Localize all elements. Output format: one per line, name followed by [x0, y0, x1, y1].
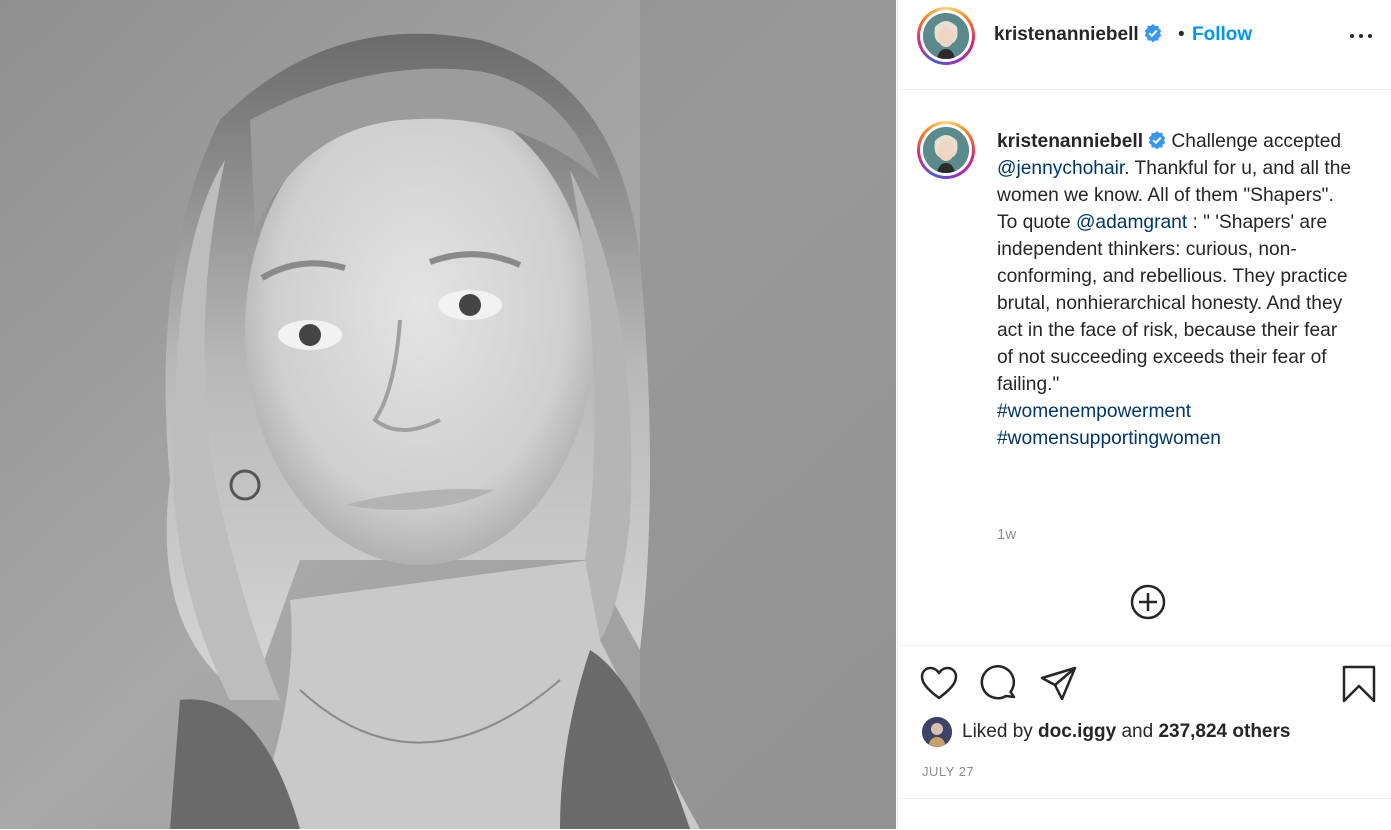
likes-text: Liked by doc.iggy and 237,824 others	[962, 721, 1290, 743]
author-username[interactable]: kristenanniebell	[994, 24, 1162, 46]
post-actions: Liked by doc.iggy and 237,824 others JUL…	[898, 645, 1391, 830]
selfie-image	[0, 0, 896, 829]
comment-icon[interactable]	[979, 664, 1019, 704]
liker-avatar[interactable]	[922, 717, 952, 747]
bookmark-icon[interactable]	[1339, 664, 1379, 704]
likes-middle: and	[1116, 721, 1159, 742]
likes-prefix: Liked by	[962, 721, 1039, 742]
avatar-image	[923, 13, 969, 59]
heart-icon[interactable]	[919, 664, 959, 704]
post-date[interactable]: JULY 27	[922, 764, 974, 779]
hashtag-womenempowerment[interactable]: #womenempowerment	[997, 401, 1191, 422]
mention-jennychohair[interactable]: @jennychohair	[997, 158, 1124, 179]
more-options-icon[interactable]	[1350, 32, 1374, 40]
post-photo[interactable]	[0, 0, 896, 829]
author-username-text[interactable]: kristenanniebell	[994, 24, 1139, 45]
likes-count[interactable]: 237,824 others	[1158, 721, 1290, 742]
divider	[898, 798, 1391, 799]
hashtag-womensupportingwomen[interactable]: #womensupportingwomen	[997, 428, 1221, 449]
caption-author-avatar[interactable]	[917, 121, 975, 179]
avatar-image	[923, 127, 969, 173]
add-comment-icon[interactable]	[1128, 582, 1168, 622]
caption-text-1: Challenge accepted	[1166, 131, 1342, 152]
author-avatar[interactable]	[917, 7, 975, 65]
verified-badge-icon	[1144, 24, 1161, 42]
caption-timestamp[interactable]: 1w	[997, 526, 1016, 543]
post-side-panel: kristenanniebell • Follow kristenanniebe…	[897, 0, 1391, 829]
mention-adamgrant[interactable]: @adamgrant	[1076, 212, 1187, 233]
follow-button[interactable]: Follow	[1192, 24, 1252, 46]
post-header: kristenanniebell • Follow	[898, 0, 1391, 90]
likes-summary: Liked by doc.iggy and 237,824 others	[922, 716, 1290, 748]
header-separator: •	[1178, 24, 1185, 45]
liker-avatar-image	[922, 717, 952, 747]
instagram-post: kristenanniebell • Follow kristenanniebe…	[0, 0, 1391, 829]
share-icon[interactable]	[1039, 664, 1079, 704]
liker-username[interactable]: doc.iggy	[1038, 721, 1116, 742]
caption-text-3: : " 'Shapers' are independent thinkers: …	[997, 212, 1348, 395]
post-caption: kristenanniebell Challenge accepted @jen…	[997, 128, 1357, 452]
verified-badge-icon	[1148, 131, 1166, 149]
caption-username[interactable]: kristenanniebell	[997, 131, 1143, 152]
